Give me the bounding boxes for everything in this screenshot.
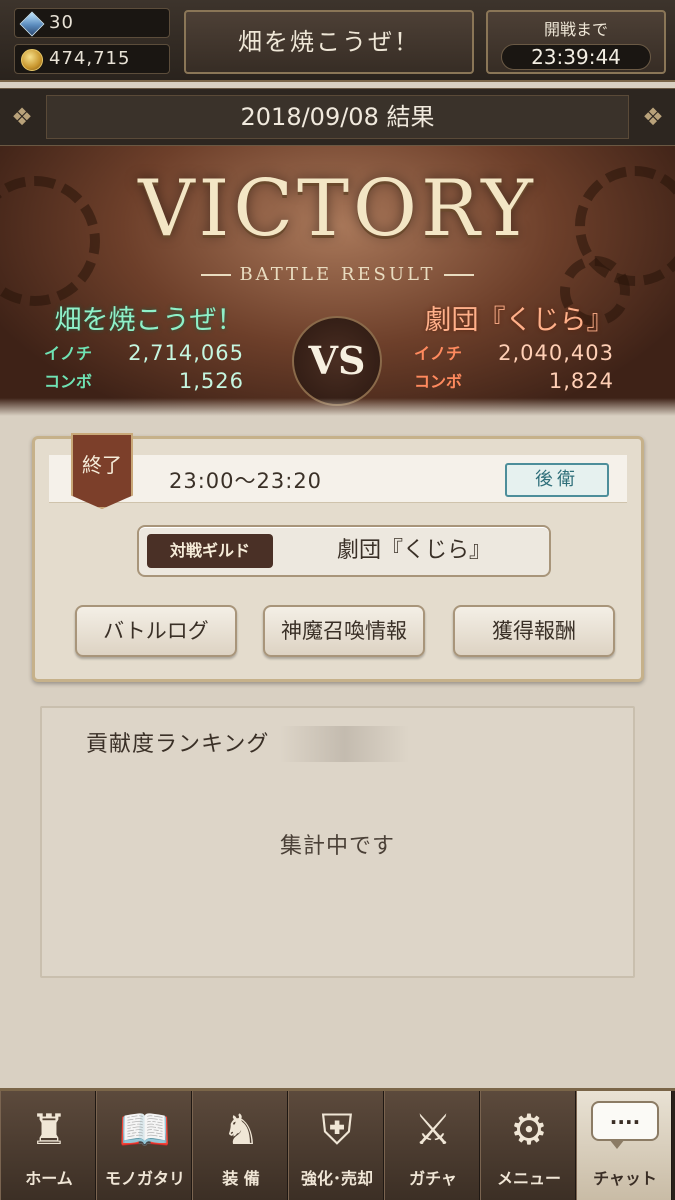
opponent-life-label: イノチ (414, 344, 463, 363)
opponent-combo-value: 1,824 (548, 369, 614, 393)
helmet-icon: ⛨ (321, 1105, 353, 1154)
position-badge: 後衛 (505, 463, 609, 497)
countdown-time: 23:39:44 (501, 44, 651, 70)
ranking-title: 貢献度ランキング (86, 726, 410, 762)
opponent-life-row: イノチ 2,040,403 (414, 341, 664, 365)
stone-counter: 30 (14, 8, 170, 38)
crystal-icon (19, 11, 45, 37)
my-life-label: イノチ (44, 344, 93, 363)
my-guild-name: 畑を焼こうぜ！ (54, 305, 244, 336)
status-ribbon: 終了 (71, 433, 133, 509)
gears-icon: ⚙ (510, 1105, 548, 1154)
nav-enhance-label: 強化･売却 (300, 1169, 373, 1188)
opponent-guild-name: 劇団『くじら』 (424, 305, 614, 336)
swords-icon: ⚔ (414, 1105, 452, 1154)
nav-menu-label: メニュー (496, 1169, 561, 1188)
nav-enhance[interactable]: ⛨ 強化･売却 (288, 1091, 384, 1200)
contribution-ranking-panel: 貢献度ランキング 集計中です (40, 706, 635, 978)
my-life-value: 2,714,065 (128, 341, 244, 365)
opponent-combo-label: コンボ (414, 372, 463, 391)
opponent-life-value: 2,040,403 (498, 341, 614, 365)
nav-equipment-label: 装 備 (222, 1169, 260, 1188)
guild-name-banner[interactable]: 畑を焼こうぜ！ (184, 10, 474, 74)
battle-result-card: 終了 23:00〜23:20 後衛 対戦ギルド 劇団『くじら』 バトルログ 神魔… (32, 433, 644, 682)
coin-count: 474,715 (49, 48, 131, 69)
opponent-guild-row[interactable]: 対戦ギルド 劇団『くじら』 (137, 525, 551, 577)
puppet-icon: ♞ (222, 1105, 260, 1154)
battle-time-range: 23:00〜23:20 (169, 469, 323, 493)
banner-torn-edge (0, 398, 675, 416)
date-header: ❖ 2018/09/08 結果 ❖ (0, 88, 675, 146)
battle-countdown: 開戦まで 23:39:44 (486, 10, 666, 74)
my-guild-stats: 畑を焼こうぜ！ イノチ 2,714,065 コンボ 1,526 (44, 298, 294, 393)
ranking-status: 集計中です (279, 834, 395, 859)
bottom-nav: ♜ ホーム 📖 モノガタリ ♞ 装 備 ⛨ 強化･売却 ⚔ ガチャ ⚙ メニュー… (0, 1088, 675, 1200)
opponent-guild-label: 対戦ギルド (147, 534, 273, 568)
my-combo-row: コンボ 1,526 (44, 369, 294, 393)
castle-icon: ♜ (30, 1105, 68, 1154)
nav-chat-label: チャット (593, 1169, 657, 1188)
nav-equipment[interactable]: ♞ 装 備 (192, 1091, 288, 1200)
opponent-guild-name-field: 劇団『くじら』 (336, 538, 491, 563)
nav-home[interactable]: ♜ ホーム (0, 1091, 96, 1200)
vs-emblem: VS (292, 316, 382, 406)
battle-log-button[interactable]: バトルログ (75, 605, 237, 657)
opponent-guild-stats: 劇団『くじら』 イノチ 2,040,403 コンボ 1,824 (414, 298, 664, 393)
nav-home-label: ホーム (25, 1169, 73, 1188)
victory-banner: VICTORY BATTLE RESULT 畑を焼こうぜ！ イノチ 2,714,… (0, 146, 675, 416)
book-icon: 📖 (118, 1105, 172, 1154)
summon-info-button[interactable]: 神魔召喚情報 (263, 605, 425, 657)
coin-icon (21, 49, 43, 71)
nav-chat[interactable]: .... チャット (576, 1091, 672, 1200)
rewards-button[interactable]: 獲得報酬 (453, 605, 615, 657)
nav-gacha-label: ガチャ (409, 1169, 457, 1188)
opponent-combo-row: コンボ 1,824 (414, 369, 664, 393)
top-status-bar: 30 474,715 畑を焼こうぜ！ 開戦まで 23:39:44 (0, 0, 675, 82)
battle-result-subtitle: BATTLE RESULT (0, 264, 675, 285)
coin-counter: 474,715 (14, 44, 170, 74)
ornament-right-icon: ❖ (642, 103, 664, 131)
victory-title: VICTORY (138, 164, 537, 254)
nav-story-label: モノガタリ (104, 1169, 185, 1188)
countdown-label: 開戦まで (543, 20, 608, 39)
my-life-row: イノチ 2,714,065 (44, 341, 294, 365)
nav-gacha[interactable]: ⚔ ガチャ (384, 1091, 480, 1200)
nav-story[interactable]: 📖 モノガタリ (96, 1091, 192, 1200)
my-combo-label: コンボ (44, 372, 93, 391)
nav-menu[interactable]: ⚙ メニュー (480, 1091, 576, 1200)
stone-count: 30 (49, 12, 74, 33)
ornament-left-icon: ❖ (11, 103, 33, 131)
chat-icon: .... (591, 1101, 659, 1149)
date-title: 2018/09/08 結果 (46, 95, 629, 139)
my-combo-value: 1,526 (178, 369, 244, 393)
